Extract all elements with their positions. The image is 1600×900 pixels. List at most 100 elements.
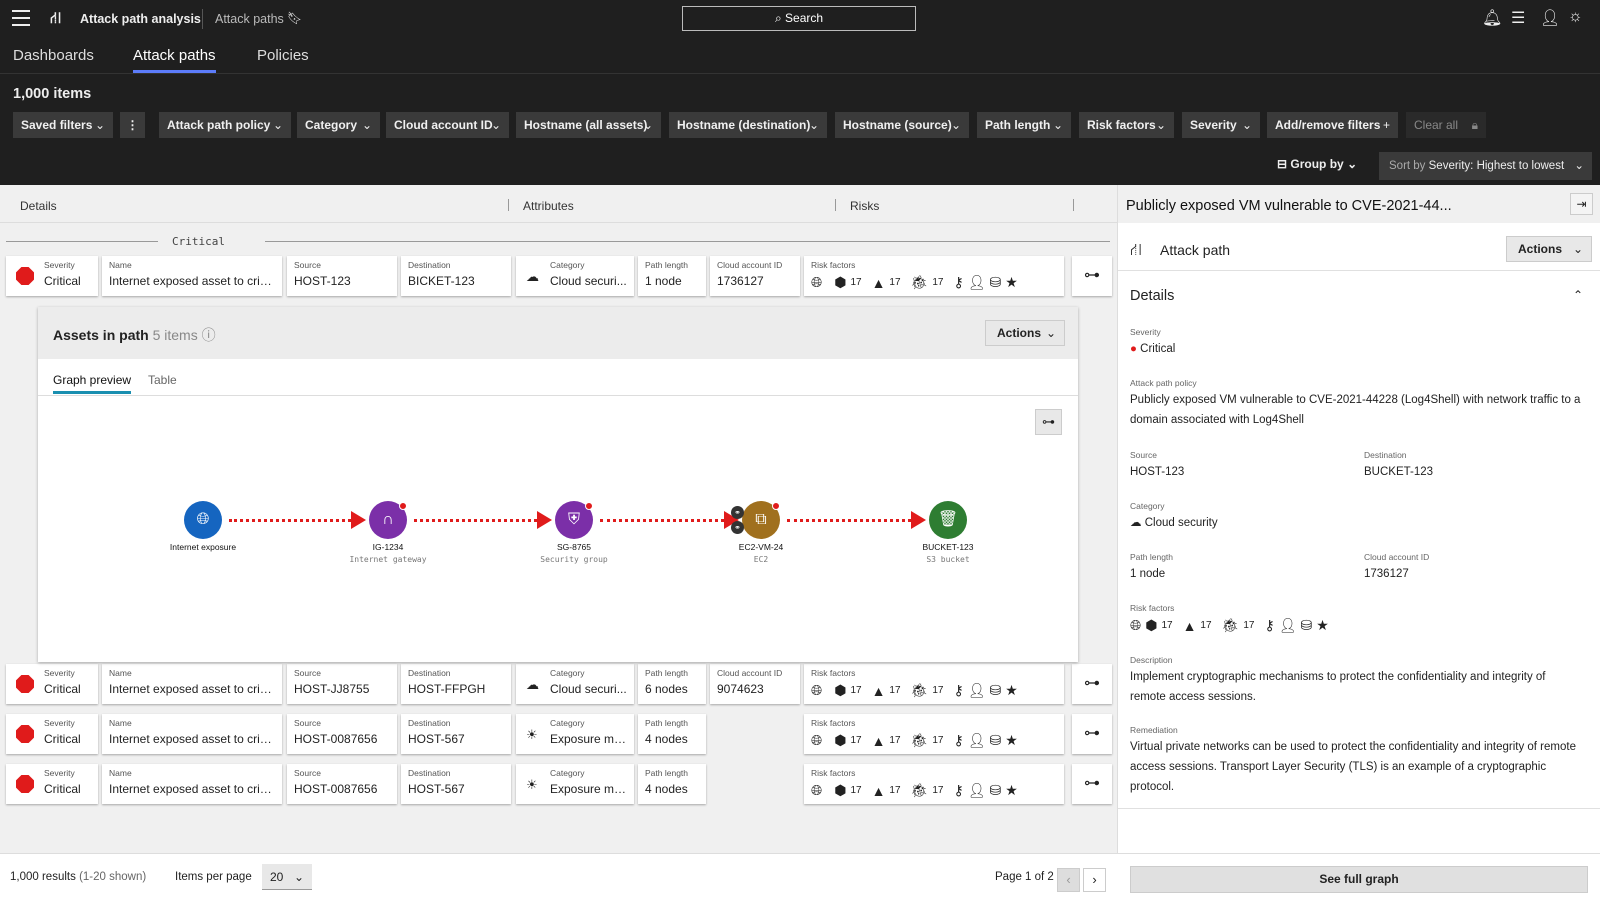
filter-cloud-account-id[interactable]: Cloud account ID ⌄ [386,112,509,138]
view-graph-button[interactable]: ⊶ [1072,714,1112,754]
divider [835,199,836,211]
name-cell-key: Name [109,668,132,678]
sort-select[interactable]: Sort by Severity: Highest to lowest ⌄ [1379,152,1592,180]
severity-key: Severity [44,668,75,678]
items-per-page-select[interactable]: 20 ⌄ [262,864,312,890]
remediation-value: Virtual private networks can be used to … [1130,741,1576,793]
risk-factors-key: Risk factors [1130,603,1175,613]
view-graph-button[interactable]: ⊶ [1072,664,1112,704]
category-key: Category [550,718,585,728]
details-heading: Details [1130,288,1175,304]
user-icon[interactable]: 👤︎ [1540,8,1560,28]
node-sublabel: Security group [540,555,608,564]
prev-page-button[interactable]: ‹ [1057,868,1080,892]
more-options-button[interactable]: ⋮ [120,112,145,138]
table-row[interactable]: Severity Critical Name Internet exposed … [6,256,1070,296]
path-length-key: Path length [1130,552,1174,562]
hierarchy-icon[interactable]: ⊶ [1035,409,1062,435]
path-length-cell: Path length 1 node [638,256,706,296]
tab-attack-paths[interactable]: Attack paths [133,47,216,73]
category-value: Cloud securi... [550,682,627,696]
description-value: Implement cryptographic mechanisms to pr… [1130,671,1546,703]
source-cell-key: Source [294,668,321,678]
filter-path-length[interactable]: Path length ⌄ [977,112,1071,138]
path-length-cell-value: 1 node [645,274,682,288]
severity-value: ● Critical [1130,343,1176,355]
view-graph-button[interactable]: ⊶ [1072,256,1112,296]
filter-bar: 1,000 items Saved filters ⌄ ⋮ Attack path… [0,73,1600,185]
menu-icon[interactable] [12,10,30,26]
filter-category[interactable]: Category ⌄ [297,112,380,138]
page-indicator: Page 1 of 2 [995,871,1054,883]
switcher-icon[interactable]: ☰ [1511,8,1525,28]
divider [508,199,509,211]
tab-policies[interactable]: Policies [257,47,309,64]
next-page-button[interactable]: › [1083,868,1106,892]
filter-attack-path-policy[interactable]: Attack path policy ⌄ [159,112,291,138]
arrow-head [351,511,366,529]
category-icon: ☀ [526,727,538,742]
see-full-graph-button[interactable]: See full graph [1130,866,1588,893]
globe-icon: 🌐︎ [811,682,823,698]
tab-dashboards[interactable]: Dashboards [13,47,94,64]
filter-hostname-destination[interactable]: Hostname (destination) ⌄ [669,112,827,138]
filter-hostname-all[interactable]: Hostname (all assets) ⌄ [516,112,661,138]
risk-factors-icons: 🌐︎ ⬢ 17 ▲ 17 🐞︎ 17 ⚷ 👤︎ ⛁ ★ [811,782,1018,799]
globe-icon: 🌐︎ [811,732,823,748]
name-cell-value: Internet exposed asset to criti... [109,682,275,696]
tab-table[interactable]: Table [148,373,177,387]
severity-key: Severity [1130,327,1161,337]
view-graph-button[interactable]: ⊶ [1072,764,1112,804]
graph-node[interactable]: 🌐︎ [184,501,222,539]
category-icon: ☁ [526,677,539,692]
group-by-button[interactable]: ⊟ Group by ⌄ [1277,157,1357,171]
tab-graph-preview[interactable]: Graph preview [53,373,132,394]
destination-cell: Destination HOST-567 [401,764,511,804]
add-remove-filters-button[interactable]: Add/remove filters + [1267,112,1398,138]
chevron-up-icon[interactable]: ⌃ [1573,288,1583,302]
detail-actions-button[interactable]: Actions ⌄ [1506,236,1592,262]
alert-dot [772,502,780,510]
filter-severity[interactable]: Severity ⌄ [1182,112,1260,138]
collapse-panel-icon[interactable]: ⇥ [1570,193,1593,215]
cloud-icon: ☁ [1130,517,1142,529]
globe-icon: 🌐︎ [811,274,823,290]
name-cell-key: Name [109,260,132,270]
breadcrumb[interactable]: Attack paths [215,12,284,26]
top-bar: ⛙ Attack path analysis Attack paths 🔖︎ ⌕… [0,0,1600,37]
search-input[interactable]: ⌕ Search [682,6,916,31]
node-label: SG-8765 [556,542,592,552]
filter-risk-factors[interactable]: Risk factors ⌄ [1079,112,1174,138]
path-length-cell-value: 6 nodes [645,682,688,696]
source-cell: Source HOST-0087656 [287,764,397,804]
warning-icon: ▲ [871,682,886,699]
bookmark-icon[interactable]: 🔖︎ [287,11,302,25]
app-logo-icon: ⛙ [50,10,62,27]
table-row[interactable]: Severity Critical Name Internet exposed … [6,714,1070,754]
source-cell-key: Source [294,260,321,270]
name-cell-key: Name [109,718,132,728]
name-cell: Name Internet exposed asset to criti... [102,764,282,804]
risk-factors-cell: Risk factors 🌐︎ ⬢ 17 ▲ 17 🐞︎ 17 ⚷ 👤︎ ⛁ ★ [804,256,1064,296]
severity-value: Critical [44,274,81,288]
filter-hostname-source[interactable]: Hostname (source) ⌄ [835,112,969,138]
path-length-cell-key: Path length [645,668,689,678]
graph-node[interactable]: 🗑︎ [929,501,967,539]
table-row[interactable]: Severity Critical Name Internet exposed … [6,764,1070,804]
path-length-cell: Path length 6 nodes [638,664,706,704]
theme-icon[interactable]: ☼ [1568,8,1583,26]
cloud-account-cell: Cloud account ID 1736127 [710,256,800,296]
source-key: Source [1130,450,1157,460]
table-row[interactable]: Severity Critical Name Internet exposed … [6,664,1070,704]
key-icon: ⚷ [1264,617,1275,633]
database-icon: ⛁ [989,782,1002,798]
cloud-account-value: 1736127 [1364,568,1409,580]
clear-all-button[interactable]: Clear all 🔒︎ [1406,112,1486,138]
category-key: Category [550,668,585,678]
assets-actions-button[interactable]: Actions ⌄ [985,320,1065,346]
saved-filters-button[interactable]: Saved filters ⌄ [13,112,113,138]
database-icon: ⛁ [1300,617,1313,633]
bell-icon[interactable]: 🔔︎ [1482,8,1502,28]
category-cell: ☁ Category Cloud securi... [516,664,634,704]
bug-icon: 🐞︎ [910,274,929,290]
